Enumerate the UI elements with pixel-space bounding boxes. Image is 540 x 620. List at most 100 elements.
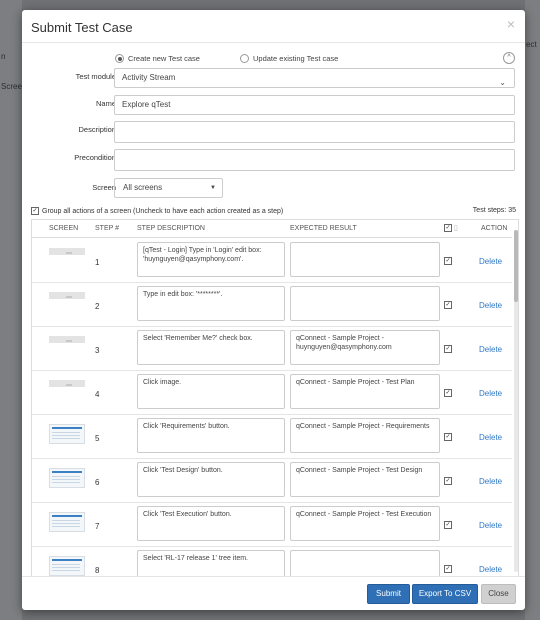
test-steps-count: Test steps: 35 (472, 207, 516, 214)
step-number: 1 (95, 258, 100, 267)
precondition-input[interactable] (114, 149, 515, 171)
delete-link[interactable]: Delete (479, 257, 502, 266)
group-actions-option[interactable]: ✓ Group all actions of a screen (Uncheck… (31, 207, 283, 215)
step-description-input[interactable]: Click 'Requirements' button. (137, 418, 285, 453)
delete-link[interactable]: Delete (479, 477, 502, 486)
scrollbar-thumb[interactable] (514, 230, 518, 302)
step-description-input[interactable]: Select 'RL-17 release 1' tree item. (137, 550, 285, 576)
table-row: 4 Click image. qConnect - Sample Project -… (32, 370, 512, 415)
description-label: Description (78, 125, 116, 134)
delete-link[interactable]: Delete (479, 433, 502, 442)
step-description-input[interactable]: Click 'Test Design' button. (137, 462, 285, 497)
header-expected-result: EXPECTED RESULT (290, 225, 357, 232)
delete-link[interactable]: Delete (479, 389, 502, 398)
table-row: 5 Click 'Requirements' button. qConnect - … (32, 414, 512, 459)
expected-result-input[interactable]: qConnect - Sample Project - Requirements (290, 418, 440, 453)
step-description-input[interactable]: Click 'Test Execution' button. (137, 506, 285, 541)
description-input[interactable] (114, 121, 515, 143)
background-right-panel (525, 0, 540, 620)
header-screen: SCREEN (49, 225, 79, 232)
row-checkbox[interactable]: ✓ (444, 477, 452, 485)
delete-link[interactable]: Delete (479, 565, 502, 574)
submit-button[interactable]: Submit (367, 584, 410, 604)
radio-update-existing[interactable]: Update existing Test case (240, 54, 338, 63)
collapse-up-icon[interactable]: ^ (503, 52, 515, 64)
test-steps-table: SCREEN STEP # STEP DESCRIPTION EXPECTED … (31, 219, 519, 577)
row-checkbox[interactable]: ✓ (444, 433, 452, 441)
name-value: Explore qTest (122, 100, 171, 109)
close-button[interactable]: Close (481, 584, 516, 604)
screen-label: Screen (92, 183, 116, 192)
step-number: 2 (95, 302, 100, 311)
footer-divider (22, 576, 525, 577)
table-header: SCREEN STEP # STEP DESCRIPTION EXPECTED … (32, 220, 512, 238)
close-icon[interactable]: × (507, 16, 515, 32)
caret-down-icon: ▼ (210, 185, 216, 191)
step-number: 3 (95, 346, 100, 355)
group-actions-label: Group all actions of a screen (Uncheck t… (42, 207, 284, 215)
table-row: 7 Click 'Test Execution' button. qConnect … (32, 502, 512, 547)
row-checkbox[interactable]: ✓ (444, 301, 452, 309)
screen-thumbnail[interactable] (49, 292, 85, 299)
header-step-number: STEP # (95, 225, 119, 232)
delete-link[interactable]: Delete (479, 521, 502, 530)
step-number: 7 (95, 522, 100, 531)
header-step-description: STEP DESCRIPTION (137, 225, 205, 232)
table-row: 1 [qTest - Login] Type in 'Login' edit bo… (32, 238, 512, 283)
test-module-value: Activity Stream (122, 73, 176, 82)
screen-select-value: All screens (123, 183, 163, 192)
step-description-input[interactable]: Type in edit box: '********'. (137, 286, 285, 321)
row-checkbox[interactable]: ✓ (444, 521, 452, 529)
delete-link[interactable]: Delete (479, 345, 502, 354)
expected-result-input[interactable] (290, 286, 440, 321)
background-right-fragment: ect (526, 40, 537, 49)
header-select-all-checkbox[interactable]: ✓ (444, 224, 452, 232)
expected-result-input[interactable] (290, 242, 440, 277)
radio-create-new-label: Create new Test case (128, 54, 200, 63)
background-left-panel (0, 0, 22, 620)
test-module-label: Test module (75, 72, 116, 81)
expected-result-input[interactable] (290, 550, 440, 576)
step-description-input[interactable]: [qTest - Login] Type in 'Login' edit box… (137, 242, 285, 277)
row-checkbox[interactable]: ✓ (444, 389, 452, 397)
table-row: 6 Click 'Test Design' button. qConnect - S… (32, 458, 512, 503)
radio-create-new[interactable]: Create new Test case (115, 54, 200, 63)
row-checkbox[interactable]: ✓ (444, 345, 452, 353)
step-number: 8 (95, 566, 100, 575)
step-number: 4 (95, 390, 100, 399)
expected-result-input[interactable]: qConnect - Sample Project - Test Executi… (290, 506, 440, 541)
expected-result-input[interactable]: qConnect - Sample Project - huynguyen@qa… (290, 330, 440, 365)
submit-test-case-dialog: Submit Test Case × Create new Test case … (22, 10, 525, 610)
export-csv-button[interactable]: Export To CSV (412, 584, 478, 604)
precondition-label: Precondition (74, 153, 116, 162)
expected-result-input[interactable]: qConnect - Sample Project - Test Design (290, 462, 440, 497)
table-row: 8 Select 'RL-17 release 1' tree item. ✓ Del… (32, 546, 512, 576)
expected-result-input[interactable]: qConnect - Sample Project - Test Plan (290, 374, 440, 409)
group-actions-checkbox[interactable]: ✓ (31, 207, 39, 215)
row-checkbox[interactable]: ✓ (444, 565, 452, 573)
table-row: 2 Type in edit box: '********'. ✓ Delete (32, 282, 512, 327)
radio-update-existing-label: Update existing Test case (253, 54, 339, 63)
screen-thumbnail[interactable] (49, 336, 85, 343)
delete-link[interactable]: Delete (479, 301, 502, 310)
screen-thumbnail[interactable] (49, 248, 85, 255)
background-text-fragment: n (1, 52, 6, 61)
radio-selected-icon (115, 54, 124, 63)
row-checkbox[interactable]: ✓ (444, 257, 452, 265)
screen-select[interactable]: All screens ▼ (114, 178, 223, 198)
header-divider (22, 42, 525, 43)
table-scrollbar[interactable] (514, 230, 518, 572)
test-module-select[interactable]: Activity Stream ⌄ (114, 68, 515, 88)
screen-thumbnail[interactable] (49, 380, 85, 387)
name-input[interactable]: Explore qTest (114, 95, 515, 115)
screen-thumbnail[interactable] (49, 556, 85, 576)
step-number: 5 (95, 434, 100, 443)
step-number: 6 (95, 478, 100, 487)
trash-icon[interactable]: ▯ (454, 224, 458, 232)
name-label: Name (95, 99, 116, 108)
step-description-input[interactable]: Click image. (137, 374, 285, 409)
screen-thumbnail[interactable] (49, 468, 85, 488)
screen-thumbnail[interactable] (49, 424, 85, 444)
step-description-input[interactable]: Select 'Remember Me?' check box. (137, 330, 285, 365)
screen-thumbnail[interactable] (49, 512, 85, 532)
